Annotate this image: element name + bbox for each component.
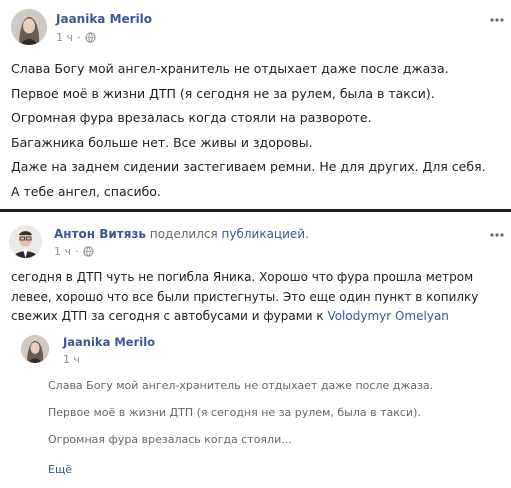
post-time[interactable]: 1 ч (54, 245, 71, 258)
post-author-name[interactable]: Антон Витязь (54, 227, 146, 241)
quoted-line: Первое моё в жизни ДТП (я сегодня не за … (48, 406, 421, 419)
post-meta: 1 ч · (56, 31, 96, 44)
quoted-time[interactable]: 1 ч (63, 353, 80, 366)
post-body: сегодня в ДТП чуть не погибла Яника. Хор… (11, 268, 501, 327)
meta-separator: · (77, 31, 81, 44)
avatar-jaanika-quoted[interactable] (21, 335, 49, 363)
quoted-line: Слава Богу мой ангел-хранитель не отдыха… (48, 379, 434, 392)
globe-icon[interactable] (84, 32, 96, 43)
share-header: Антон Витязь поделился публикацией. (54, 227, 309, 241)
tagged-user-link[interactable]: Volodymyr Omelyan (327, 309, 448, 323)
avatar-jaanika[interactable] (11, 9, 47, 45)
quoted-line: Огромная фура врезалась когда стояли... (48, 433, 292, 446)
more-options-icon[interactable] (488, 229, 506, 241)
quoted-body: Слава Богу мой ангел-хранитель не отдыха… (48, 379, 488, 476)
post-time[interactable]: 1 ч (56, 31, 73, 44)
post-body: Слава Богу мой ангел-хранитель не отдыха… (11, 57, 501, 204)
meta-separator: · (75, 245, 79, 258)
post-line: Багажника больше нет. Все живы и здоровы… (11, 134, 313, 150)
post-line: Даже на заднем сидении застегиваем ремни… (11, 159, 486, 174)
see-more-link[interactable]: Ещё (48, 463, 488, 476)
post-line: Слава Богу мой ангел-хранитель не отдыха… (11, 61, 449, 76)
globe-icon[interactable] (82, 246, 94, 257)
post-author-name[interactable]: Jaanika Merilo (56, 12, 152, 26)
more-options-icon[interactable] (488, 14, 506, 26)
post-line: А тебе ангел, спасибо. (11, 183, 161, 199)
quoted-author-name[interactable]: Jaanika Merilo (63, 335, 155, 349)
avatar-anton[interactable] (9, 225, 42, 258)
post-line: Первое моё в жизни ДТП (я сегодня не за … (11, 85, 435, 101)
post-line: Огромная фура врезалась когда стояли на … (11, 110, 372, 125)
shared-post-link[interactable]: публикацией (222, 227, 306, 241)
post-meta: 1 ч · (54, 245, 94, 258)
share-verb: поделился (149, 227, 218, 241)
share-period: . (305, 227, 309, 241)
quoted-meta: 1 ч (63, 353, 80, 366)
